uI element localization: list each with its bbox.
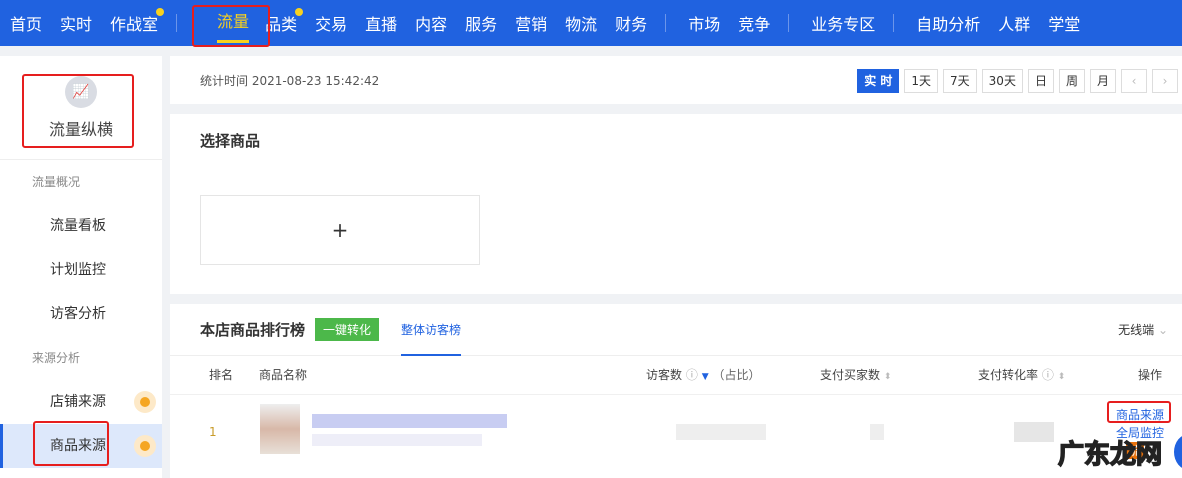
highlight-box	[192, 5, 270, 47]
btn-7day[interactable]: 7天	[943, 69, 977, 93]
watermark: 广东龙网	[1057, 439, 1163, 471]
buyers-blurred	[870, 424, 884, 440]
highlight-box	[1107, 401, 1171, 423]
col-buyers[interactable]: 支付买家数 ⬍	[820, 366, 891, 383]
select-product-panel: 选择商品 +	[170, 114, 1182, 294]
ranking-panel: 本店商品排行榜 一键转化 整体访客榜 无线端 ⌄ 排名 商品名称 访客数 ⓘ ▼…	[170, 304, 1182, 478]
nav-label: 作战室	[110, 15, 159, 34]
product-name-blurred[interactable]	[312, 414, 507, 428]
btn-day[interactable]: 日	[1027, 69, 1054, 93]
nav-trade[interactable]: 交易	[315, 11, 347, 35]
btn-week[interactable]: 周	[1058, 69, 1085, 93]
nav-warroom[interactable]: 作战室	[110, 8, 165, 35]
col-rank: 排名	[209, 368, 234, 382]
nav-marketing[interactable]: 营销	[515, 11, 547, 35]
convert-button[interactable]: 一键转化	[315, 318, 380, 341]
sidebar-item-visitor-analysis[interactable]: 访客分析	[0, 292, 162, 336]
group-source: 来源分析	[32, 351, 81, 365]
nav-content[interactable]: 内容	[415, 11, 447, 35]
nav-self-analysis[interactable]: 自助分析	[916, 11, 980, 35]
dot-icon	[134, 391, 156, 413]
btn-month[interactable]: 月	[1089, 69, 1116, 93]
nav-live[interactable]: 直播	[365, 11, 397, 35]
add-product-button[interactable]: +	[200, 195, 480, 265]
divider	[788, 14, 790, 32]
col-label: 访客数	[646, 368, 683, 382]
top-nav: 首页 实时 作战室 流量 品类 交易 直播 内容 服务 营销 物流 财务 市场 …	[0, 0, 1182, 46]
tab-overall-visitors[interactable]: 整体访客榜	[401, 304, 462, 356]
nav-business-zone[interactable]: 业务专区	[811, 11, 875, 35]
nav-market[interactable]: 市场	[688, 11, 720, 35]
time-bar: 统计时间 2021-08-23 15:42:42 实 时 1天 7天 30天 日…	[170, 56, 1182, 104]
nav-logistics[interactable]: 物流	[565, 11, 597, 35]
divider	[170, 394, 1182, 395]
sort-icon: ⬍	[1057, 372, 1066, 382]
highlight-box	[33, 421, 109, 466]
divider	[176, 14, 178, 32]
col-label: 支付转化率	[978, 368, 1039, 382]
next-icon[interactable]: ›	[1152, 69, 1178, 93]
ranking-header: 本店商品排行榜 一键转化 整体访客榜 无线端 ⌄	[170, 304, 1182, 356]
nav-home[interactable]: 首页	[10, 11, 42, 35]
item-label: 店铺来源	[50, 394, 106, 410]
panel-title: 选择商品	[200, 132, 261, 150]
col-conversion[interactable]: 支付转化率 ⓘ ⬍	[978, 366, 1065, 383]
notification-dot	[156, 8, 165, 16]
col-visitors[interactable]: 访客数 ⓘ ▼ （占比）	[646, 366, 760, 383]
sidebar-item-shop-source[interactable]: 店铺来源	[0, 380, 162, 424]
product-thumbnail	[260, 404, 300, 454]
nav-finance[interactable]: 财务	[615, 11, 647, 35]
col-product-name: 商品名称	[259, 368, 308, 382]
divider	[665, 14, 667, 32]
group-overview: 流量概况	[32, 175, 81, 189]
highlight-box	[22, 74, 134, 148]
nav-service[interactable]: 服务	[465, 11, 497, 35]
btn-30day[interactable]: 30天	[981, 69, 1023, 93]
nav-realtime[interactable]: 实时	[60, 11, 92, 35]
visitors-blurred	[676, 424, 766, 440]
sort-icon: ▼	[701, 372, 709, 382]
nav-crowd[interactable]: 人群	[998, 11, 1030, 35]
time-range-buttons: 实 时 1天 7天 30天 日 周 月 ‹ ›	[852, 69, 1178, 93]
rank-value: 1	[209, 425, 217, 439]
dot-icon	[134, 435, 156, 457]
btn-1day[interactable]: 1天	[904, 69, 939, 93]
chevron-down-icon: ⌄	[1157, 323, 1168, 337]
nav-competition[interactable]: 竞争	[738, 11, 770, 35]
device-select[interactable]: 无线端 ⌄	[1118, 321, 1168, 338]
prev-icon[interactable]: ‹	[1121, 69, 1147, 93]
stat-time: 统计时间 2021-08-23 15:42:42	[200, 73, 380, 88]
col-label: （占比）	[712, 368, 761, 382]
col-actions: 操作	[1138, 368, 1163, 382]
conversion-blurred	[1014, 422, 1054, 442]
nav-academy[interactable]: 学堂	[1048, 11, 1080, 35]
btn-realtime[interactable]: 实 时	[857, 69, 900, 93]
device-label: 无线端	[1118, 323, 1155, 337]
product-name-blurred	[312, 434, 482, 446]
sidebar-item-traffic-board[interactable]: 流量看板	[0, 204, 162, 248]
notification-dot	[295, 8, 304, 16]
sidebar-item-plan-monitor[interactable]: 计划监控	[0, 248, 162, 292]
help-icon: ⓘ	[685, 368, 698, 382]
ranking-title: 本店商品排行榜	[200, 321, 306, 339]
col-label: 支付买家数	[820, 368, 881, 382]
sort-icon: ⬍	[883, 372, 892, 382]
divider	[893, 14, 895, 32]
help-icon: ⓘ	[1041, 368, 1054, 382]
